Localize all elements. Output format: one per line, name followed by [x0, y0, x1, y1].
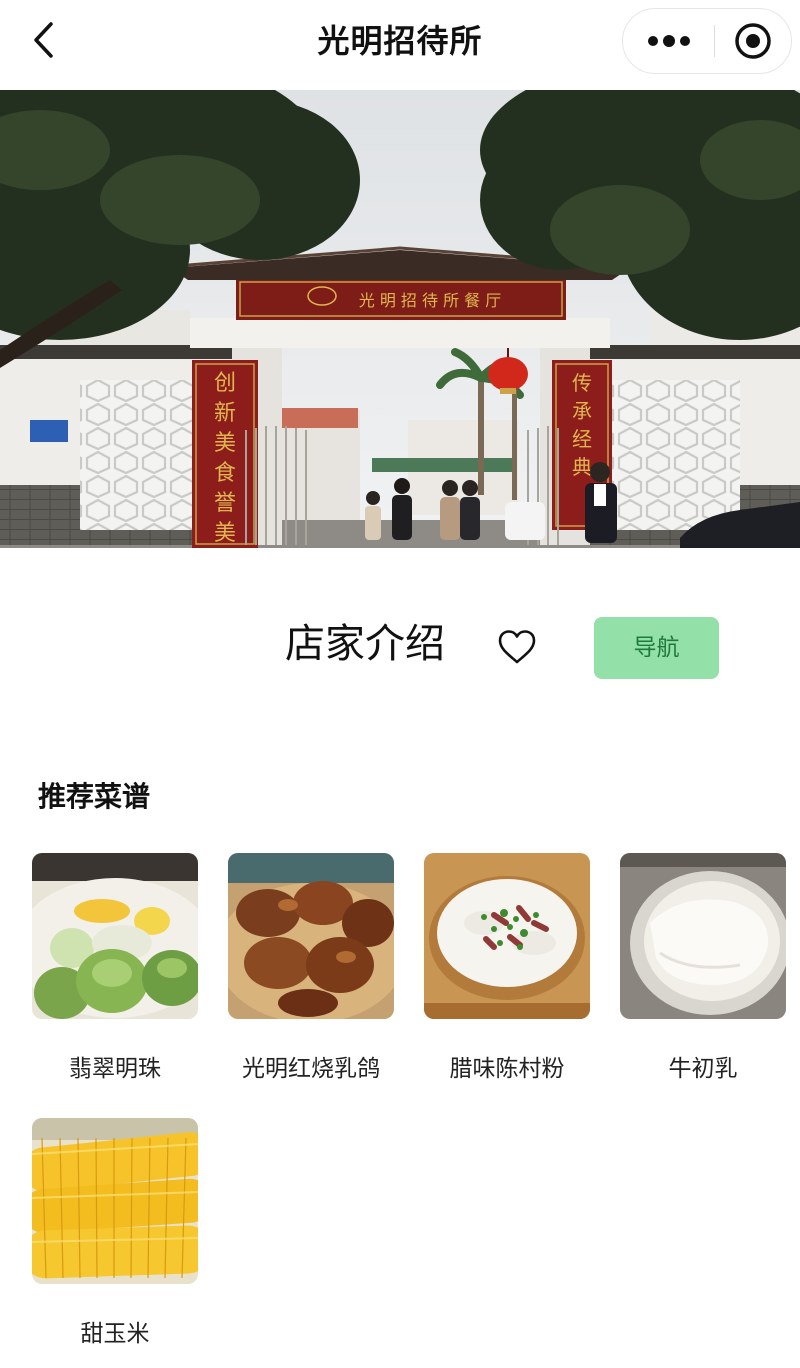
hero-photo: 创 新 美 食 誉 美 传 承 经 典 光 明 招 待 所 餐 厅	[0, 90, 800, 548]
svg-text:誉: 誉	[214, 491, 236, 516]
dish-image	[620, 853, 786, 1019]
dish-image	[228, 853, 394, 1019]
dish-name: 牛初乳	[668, 1056, 738, 1082]
page-title: 光明招待所	[317, 22, 483, 60]
dish-name: 腊味陈村粉	[449, 1056, 565, 1082]
dish-image	[424, 853, 590, 1019]
section-title-recommended: 推荐菜谱	[38, 780, 151, 813]
dish-name: 翡翠明珠	[69, 1056, 161, 1082]
svg-text:食: 食	[214, 461, 236, 486]
svg-text:典: 典	[572, 455, 592, 479]
dish-card[interactable]: 牛初乳	[620, 853, 786, 1083]
dish-card[interactable]: 光明红烧乳鸽	[228, 853, 396, 1083]
navigate-button[interactable]: 导航	[594, 617, 719, 679]
svg-text:经: 经	[572, 427, 592, 451]
dish-image	[32, 1118, 198, 1284]
svg-text:承: 承	[572, 399, 592, 423]
dish-image	[32, 853, 198, 1019]
svg-text:新: 新	[214, 401, 236, 426]
svg-text:光 明 招 待 所 餐 厅: 光 明 招 待 所 餐 厅	[359, 291, 502, 310]
target-circle-icon	[735, 23, 771, 59]
dish-name: 光明红烧乳鸽	[242, 1056, 380, 1082]
svg-text:创: 创	[214, 371, 236, 396]
top-navbar: 光明招待所	[0, 0, 800, 84]
more-button[interactable]	[623, 9, 715, 73]
dish-name: 甜玉米	[80, 1321, 150, 1347]
svg-text:美: 美	[214, 431, 236, 456]
shop-intro-title: 店家介绍	[285, 621, 445, 667]
svg-text:美: 美	[214, 521, 236, 546]
svg-text:传: 传	[572, 371, 592, 395]
favorite-button[interactable]	[492, 624, 542, 670]
more-dots-icon	[648, 35, 690, 47]
dish-card[interactable]: 甜玉米	[32, 1118, 198, 1348]
dish-card[interactable]: 翡翠明珠	[32, 853, 198, 1083]
miniprogram-capsule	[622, 8, 792, 74]
close-miniprogram-button[interactable]	[715, 9, 791, 73]
chevron-left-icon	[34, 22, 53, 58]
dish-card[interactable]: 腊味陈村粉	[424, 853, 590, 1083]
back-button[interactable]	[22, 18, 66, 62]
heart-outline-icon	[498, 630, 536, 664]
